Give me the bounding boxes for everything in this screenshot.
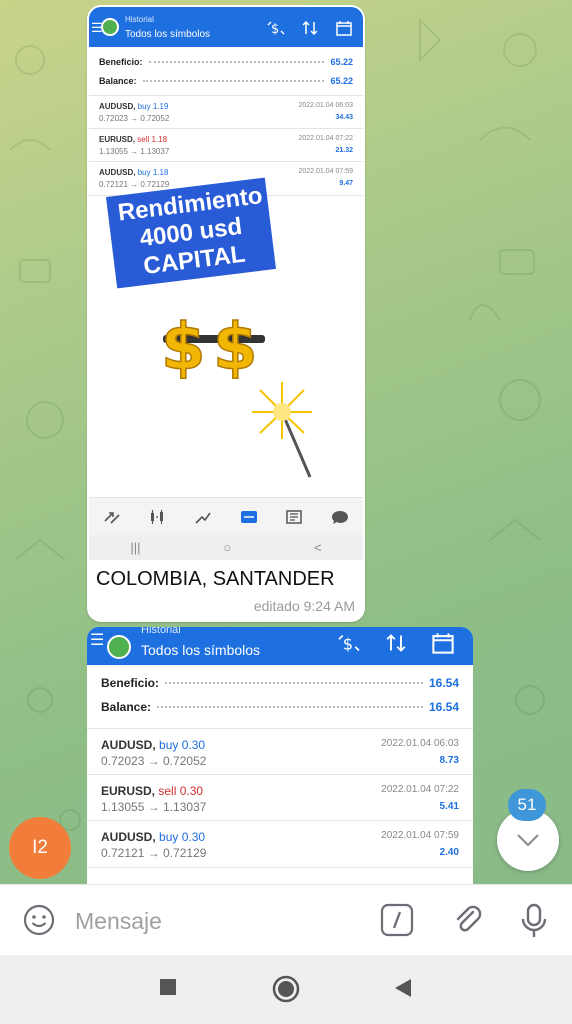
chevron-down-icon [517,834,539,847]
recent-apps-icon[interactable] [158,977,178,997]
dollar-glasses-emoji-icon: $ $ [160,310,265,382]
message-input[interactable] [73,907,357,936]
deal-row: EURUSD, sell 1.18 1.13055 → 1.13037 2022… [89,128,363,162]
deal-row: AUDUSD, buy 0.30 0.72121 → 0.72129 2022.… [87,820,473,868]
menu-icon: ☰ [90,632,105,649]
android-navigation-bar [0,955,572,1024]
history-icon [240,511,257,523]
svg-text:$: $ [161,311,206,382]
svg-text:$: $ [213,311,258,382]
attach-icon[interactable] [452,903,484,937]
summary-row-profit: Beneficio: 65.22 [99,57,353,67]
summary-row-balance: Balance: 65.22 [99,76,353,86]
back-icon[interactable] [393,977,413,999]
message-caption: COLOMBIA, SANTANDER [96,568,335,590]
deal-row: EURUSD, sell 0.30 1.13055 → 1.13037 2022… [87,774,473,821]
message-timestamp: editado 9:24 AM [253,598,355,614]
svg-text:$: $ [343,634,353,653]
home-icon[interactable] [272,975,300,1003]
sparkler-emoji-icon [252,382,312,478]
history-header: ☰ Historial Todos los símbolos $ [87,627,473,665]
chat-icon [332,511,349,524]
currency-filter-icon: $ [267,20,285,36]
summary-row-profit: Beneficio: 16.54 [101,676,459,690]
history-header: ☰ Historial Todos los símbolos $ [89,7,363,47]
metatrader-logo-icon [107,635,131,659]
deal-row: AUDUSD, buy 1.19 0.72023 → 0.72052 2022.… [89,95,363,129]
deal-row: AUDUSD, buy 0.30 0.72023 → 0.72052 2022.… [87,728,473,775]
sort-icon [302,20,318,36]
quotes-icon [104,512,120,524]
performance-sticker: Rendimiento 4000 usd CAPITAL [105,177,277,289]
message-bubble-2[interactable]: ☰ Historial Todos los símbolos $ Benefic… [87,627,473,887]
sender-avatar[interactable]: I2 [9,817,71,879]
svg-text:$: $ [271,22,279,36]
sort-icon [385,633,407,653]
header-subtitle: Historial [125,15,154,24]
emoji-icon[interactable] [22,903,56,937]
calendar-icon [432,632,454,654]
back-icon: < [313,540,322,555]
unread-count-badge: 51 [508,789,546,821]
currency-filter-icon: $ [337,633,361,653]
message-bubble-1[interactable]: ☰ Historial Todos los símbolos $ Benefic… [87,5,365,622]
recent-apps-icon: ||| [130,540,141,555]
calendar-icon [336,20,352,36]
header-subtitle: Historial [141,627,181,636]
microphone-icon[interactable] [520,903,548,939]
metatrader-logo-icon [101,18,119,36]
header-title: Todos los símbolos [125,29,211,40]
header-title: Todos los símbolos [141,642,261,658]
mt5-history-screenshot-1[interactable]: ☰ Historial Todos los símbolos $ Benefic… [89,7,363,560]
bot-commands-icon[interactable] [380,903,414,937]
summary-row-balance: Balance: 16.54 [101,700,459,714]
news-icon [286,510,303,524]
home-icon: ○ [223,540,232,555]
android-nav-in-screenshot: ||| ○ < [89,535,363,560]
trade-icon [195,512,211,524]
message-input-bar [0,884,572,955]
mt5-bottom-navigation [89,497,363,536]
chart-icon [151,510,164,524]
